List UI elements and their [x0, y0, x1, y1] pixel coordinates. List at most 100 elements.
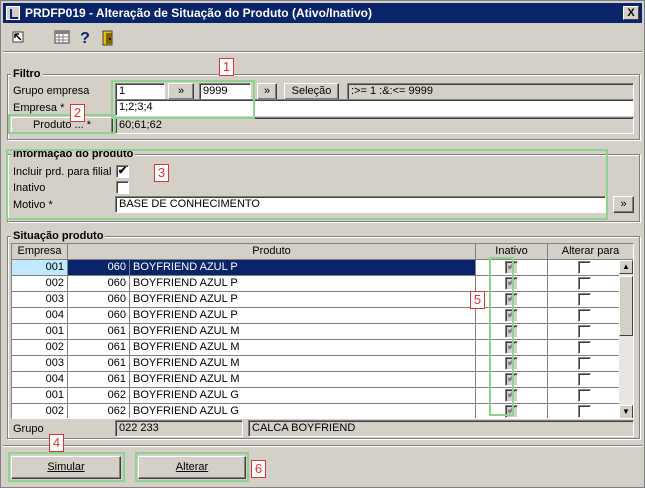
cursor-icon[interactable] [9, 30, 27, 48]
cell-produto-codigo[interactable]: 060 [68, 308, 130, 324]
table-row[interactable]: 001 061 BOYFRIEND AZUL M ✔ [12, 324, 620, 340]
column-header-alterar[interactable]: Alterar para [548, 244, 633, 260]
alterar-row-checkbox[interactable] [578, 293, 591, 306]
selecao-button[interactable]: Seleção [284, 83, 339, 100]
cell-produto-nome[interactable]: BOYFRIEND AZUL M [130, 356, 476, 372]
table-row[interactable]: 002 061 BOYFRIEND AZUL M ✔ [12, 340, 620, 356]
motivo-lookup-button[interactable]: » [613, 196, 634, 213]
table-row[interactable]: 001 062 BOYFRIEND AZUL G ✔ [12, 388, 620, 404]
alterar-row-checkbox[interactable] [578, 325, 591, 338]
cell-produto-nome[interactable]: BOYFRIEND AZUL P [130, 308, 476, 324]
grupo-code: 022 233 [115, 420, 243, 437]
table-row[interactable]: 001 060 BOYFRIEND AZUL P ✔ [12, 260, 620, 276]
alterar-row-checkbox[interactable] [578, 277, 591, 290]
alterar-row-checkbox[interactable] [578, 309, 591, 322]
cell-produto-nome[interactable]: BOYFRIEND AZUL G [130, 388, 476, 404]
callout-box-4 [8, 452, 125, 482]
cell-produto-codigo[interactable]: 062 [68, 388, 130, 404]
cell-alterar[interactable] [548, 404, 620, 418]
callout-box-6 [135, 452, 249, 482]
callout-box-2 [8, 114, 116, 134]
empresa-label: Empresa * [13, 102, 65, 114]
column-header-empresa[interactable]: Empresa [12, 244, 68, 260]
alterar-row-checkbox[interactable] [578, 261, 591, 274]
cell-alterar[interactable] [548, 372, 620, 388]
app-icon [6, 6, 20, 20]
callout-box-3 [6, 149, 608, 220]
table-row[interactable]: 003 061 BOYFRIEND AZUL M ✔ [12, 356, 620, 372]
callout-number-3: 3 [154, 164, 169, 182]
cell-alterar[interactable] [548, 260, 620, 276]
toolbar: ? [3, 25, 642, 53]
filtro-legend: Filtro [11, 68, 43, 80]
produto-value: 60;61;62 [115, 117, 634, 134]
selecao-expression: :>= 1 :&:<= 9999 [347, 83, 634, 100]
cell-produto-codigo[interactable]: 061 [68, 356, 130, 372]
cell-empresa[interactable]: 001 [12, 324, 68, 340]
column-header-produto[interactable]: Produto [68, 244, 476, 260]
cell-produto-codigo[interactable]: 060 [68, 260, 130, 276]
cell-produto-codigo[interactable]: 060 [68, 276, 130, 292]
cell-produto-nome[interactable]: BOYFRIEND AZUL M [130, 340, 476, 356]
callout-box-1 [111, 80, 255, 119]
callout-number-1: 1 [219, 58, 234, 76]
alterar-row-checkbox[interactable] [578, 357, 591, 370]
alterar-row-checkbox[interactable] [578, 405, 591, 418]
cell-produto-nome[interactable]: BOYFRIEND AZUL P [130, 276, 476, 292]
cell-produto-nome[interactable]: BOYFRIEND AZUL M [130, 324, 476, 340]
cell-alterar[interactable] [548, 356, 620, 372]
alterar-row-checkbox[interactable] [578, 389, 591, 402]
cell-alterar[interactable] [548, 324, 620, 340]
cell-empresa[interactable]: 002 [12, 276, 68, 292]
close-button[interactable]: X [623, 6, 639, 20]
grupo-label: Grupo [13, 423, 44, 435]
scroll-up-button[interactable]: ▲ [619, 260, 633, 274]
table-row[interactable]: 002 060 BOYFRIEND AZUL P ✔ [12, 276, 620, 292]
table-row[interactable]: 002 062 BOYFRIEND AZUL G ✔ [12, 404, 620, 418]
callout-number-5: 5 [470, 291, 485, 309]
cell-produto-nome[interactable]: BOYFRIEND AZUL P [130, 292, 476, 308]
cell-produto-nome[interactable]: BOYFRIEND AZUL G [130, 404, 476, 418]
cell-produto-codigo[interactable]: 060 [68, 292, 130, 308]
alterar-row-checkbox[interactable] [578, 341, 591, 354]
title-bar: PRDFP019 - Alteração de Situação do Prod… [3, 3, 642, 23]
exit-door-icon[interactable] [99, 30, 117, 48]
table-scrollbar[interactable]: ▲ ▼ [619, 260, 633, 418]
cell-alterar[interactable] [548, 276, 620, 292]
cell-empresa[interactable]: 001 [12, 388, 68, 404]
scroll-thumb[interactable] [619, 276, 633, 336]
cell-produto-codigo[interactable]: 062 [68, 404, 130, 418]
cell-alterar[interactable] [548, 340, 620, 356]
callout-number-2: 2 [70, 104, 85, 122]
cell-alterar[interactable] [548, 292, 620, 308]
cell-produto-codigo[interactable]: 061 [68, 372, 130, 388]
help-icon[interactable]: ? [76, 30, 94, 48]
calendar-icon[interactable] [53, 30, 71, 48]
cell-empresa[interactable]: 002 [12, 404, 68, 418]
scroll-down-button[interactable]: ▼ [619, 405, 633, 418]
cell-empresa[interactable]: 004 [12, 308, 68, 324]
cell-empresa[interactable]: 001 [12, 260, 68, 276]
cell-produto-nome[interactable]: BOYFRIEND AZUL M [130, 372, 476, 388]
toolbar-divider [3, 51, 642, 53]
cell-produto-codigo[interactable]: 061 [68, 340, 130, 356]
bottom-divider [3, 445, 642, 447]
alterar-row-checkbox[interactable] [578, 373, 591, 386]
cell-produto-nome[interactable]: BOYFRIEND AZUL P [130, 260, 476, 276]
cell-alterar[interactable] [548, 308, 620, 324]
window-title: PRDFP019 - Alteração de Situação do Prod… [25, 6, 372, 20]
cell-empresa[interactable]: 004 [12, 372, 68, 388]
situacao-table: Empresa Produto Inativo Alterar para 001… [11, 243, 634, 419]
cell-empresa[interactable]: 002 [12, 340, 68, 356]
cell-empresa[interactable]: 003 [12, 356, 68, 372]
table-row[interactable]: 004 060 BOYFRIEND AZUL P ✔ [12, 308, 620, 324]
callout-number-4: 4 [49, 434, 64, 452]
callout-box-5 [489, 257, 514, 416]
situacao-legend: Situação produto [11, 230, 106, 242]
cell-alterar[interactable] [548, 388, 620, 404]
table-row[interactable]: 003 060 BOYFRIEND AZUL P ✔ [12, 292, 620, 308]
cell-empresa[interactable]: 003 [12, 292, 68, 308]
cell-produto-codigo[interactable]: 061 [68, 324, 130, 340]
table-row[interactable]: 004 061 BOYFRIEND AZUL M ✔ [12, 372, 620, 388]
grupo-to-lookup-button[interactable]: » [257, 83, 277, 100]
